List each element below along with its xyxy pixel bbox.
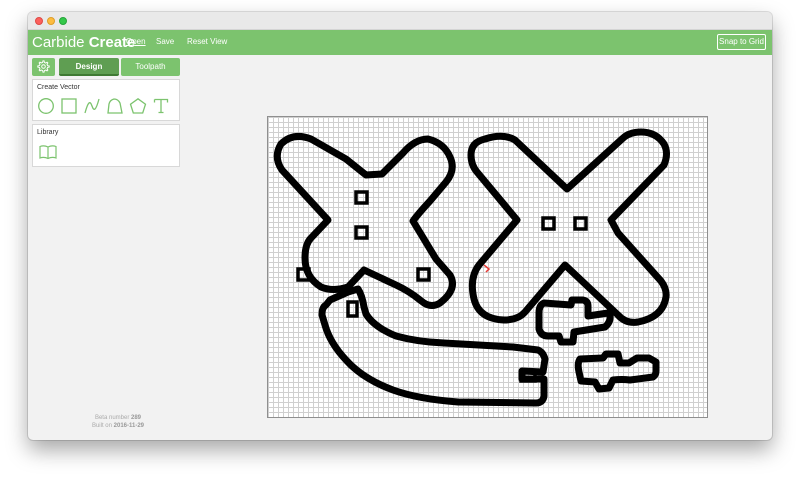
x-frame-right: [467, 128, 670, 326]
built-date: 2016-11-29: [113, 423, 145, 429]
hole: [573, 216, 588, 231]
rectangle-icon[interactable]: [60, 97, 78, 115]
connector-piece-b: [574, 350, 660, 393]
beta-number: 289: [131, 415, 142, 421]
text-icon[interactable]: [152, 97, 170, 115]
tab-toolpath[interactable]: Toolpath: [121, 58, 180, 76]
build-date-info: Built on 2016-11-29: [68, 423, 168, 430]
vector-drawing: [273, 128, 670, 407]
title-bar: [28, 12, 772, 30]
maximize-window-button[interactable]: [59, 17, 67, 25]
built-label: Built on: [91, 423, 114, 429]
connector-piece-a: [535, 296, 614, 346]
app-title: Carbide Create: [32, 33, 135, 52]
tab-design[interactable]: Design: [59, 58, 119, 76]
library-title: Library: [37, 129, 59, 136]
polygon-icon[interactable]: [129, 97, 147, 115]
origin-marker: [483, 264, 491, 273]
hole: [416, 267, 431, 282]
open-menu[interactable]: Open: [126, 37, 146, 47]
app-title-light: Carbide: [32, 34, 89, 51]
circle-icon[interactable]: [37, 97, 55, 115]
close-window-button[interactable]: [35, 17, 43, 25]
hole: [296, 267, 311, 282]
hole: [346, 300, 359, 318]
reset-view-menu[interactable]: Reset View: [187, 37, 227, 47]
minimize-window-button[interactable]: [47, 17, 55, 25]
gear-icon: [37, 60, 50, 73]
hole: [354, 190, 369, 205]
hole: [354, 225, 369, 240]
settings-button[interactable]: [32, 58, 55, 76]
curve-icon[interactable]: [83, 97, 101, 115]
main-toolbar: Carbide Create Open Save Reset View Snap…: [28, 30, 772, 55]
beta-label: Beta number: [94, 415, 131, 421]
app-window: Carbide Create Open Save Reset View Snap…: [28, 12, 772, 440]
library-panel: Library: [32, 124, 180, 167]
create-vector-panel: Create Vector: [32, 79, 180, 121]
book-icon[interactable]: [39, 144, 57, 160]
create-vector-title: Create Vector: [37, 84, 80, 91]
build-beta-info: Beta number 289: [68, 415, 168, 422]
design-canvas[interactable]: [267, 116, 708, 418]
hole: [541, 216, 556, 231]
polyline-icon[interactable]: [106, 97, 124, 115]
snap-to-grid-button[interactable]: Snap to Grid: [717, 34, 766, 50]
save-menu[interactable]: Save: [156, 37, 174, 47]
